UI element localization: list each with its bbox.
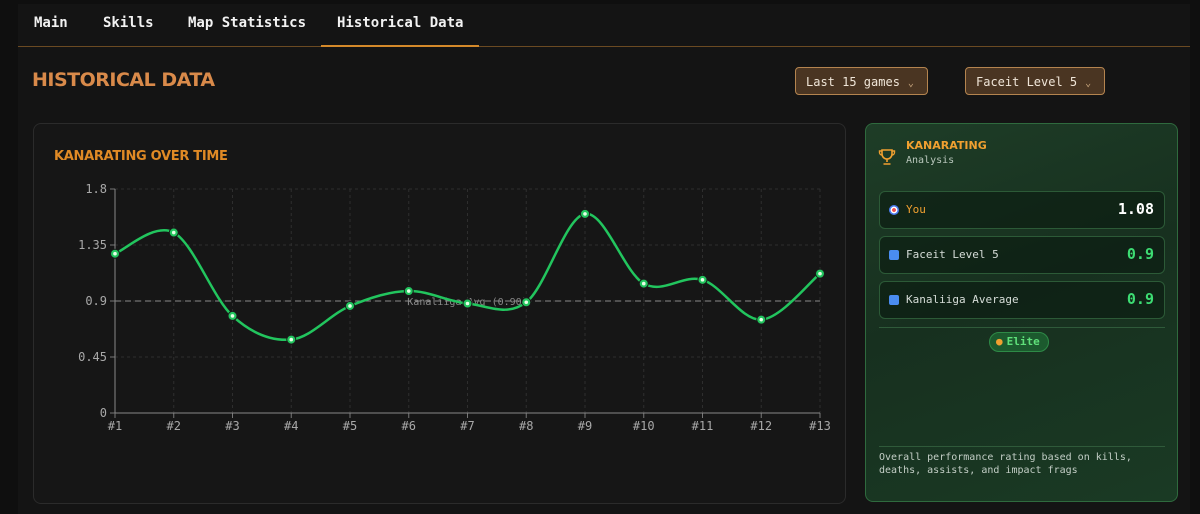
level-select[interactable]: Faceit Level 5 ⌄ xyxy=(965,67,1105,95)
target-icon xyxy=(889,205,899,215)
data-point-center xyxy=(230,314,235,318)
range-select[interactable]: Last 15 games ⌄ xyxy=(795,67,928,95)
x-tick-label: #4 xyxy=(284,419,298,433)
panel-description: Overall performance rating based on kill… xyxy=(879,452,1132,476)
chevron-down-icon: ⌄ xyxy=(1085,78,1092,89)
chart-icon xyxy=(889,295,899,305)
x-tick-label: #12 xyxy=(750,419,772,433)
chevron-down-icon: ⌄ xyxy=(907,78,914,89)
stat-label: Faceit Level 5 xyxy=(906,248,999,261)
x-tick-label: #9 xyxy=(578,419,592,433)
panel-subtitle: Analysis xyxy=(906,155,955,166)
data-point-center xyxy=(700,278,705,282)
data-point-center xyxy=(289,337,294,342)
y-tick-label: 0.45 xyxy=(78,350,107,364)
tab-bar: Main Skills Map Statistics Historical Da… xyxy=(18,4,1200,47)
stat-label: Kanaliiga Average xyxy=(906,293,1019,306)
x-tick-label: #11 xyxy=(692,419,714,433)
stat-label: You xyxy=(906,203,926,216)
tab-historical-data[interactable]: Historical Data xyxy=(320,4,480,47)
trophy-icon xyxy=(878,149,896,165)
stat-kanaliiga-average: Kanaliiga Average 0.9 xyxy=(879,281,1165,319)
x-tick-label: #7 xyxy=(460,419,474,433)
y-tick-label: 1.35 xyxy=(78,238,107,252)
data-point-center xyxy=(641,281,646,286)
stat-value: 0.9 xyxy=(1126,290,1154,308)
data-point-center xyxy=(171,230,176,235)
chart-icon xyxy=(889,250,899,260)
y-tick-label: 0 xyxy=(100,406,107,420)
x-tick-label: #10 xyxy=(633,419,655,433)
data-point-center xyxy=(818,271,822,276)
data-point-center xyxy=(465,301,470,306)
analysis-panel: KANARATING Analysis You 1.08 Faceit Leve… xyxy=(865,123,1178,502)
panel-title: KANARATING xyxy=(906,139,987,152)
data-point-center xyxy=(524,300,529,305)
x-tick-label: #6 xyxy=(402,419,416,433)
app-frame: Main Skills Map Statistics Historical Da… xyxy=(18,4,1200,514)
x-tick-label: #2 xyxy=(167,419,181,433)
level-select-value: Faceit Level 5 xyxy=(976,75,1078,89)
flame-icon: ● xyxy=(996,335,1003,348)
x-tick-label: #8 xyxy=(519,419,533,433)
chart-card: KANARATING OVER TIME 1.8 1.35 0.9 0.45 0 #1 #2… xyxy=(33,123,846,504)
stat-faceit-level: Faceit Level 5 0.9 xyxy=(879,236,1165,274)
x-tick-label: #3 xyxy=(225,419,239,433)
page-title: HISTORICAL DATA xyxy=(32,69,215,91)
data-point-center xyxy=(113,251,117,256)
range-select-value: Last 15 games xyxy=(806,75,900,89)
data-point-center xyxy=(406,289,411,293)
tab-main[interactable]: Main xyxy=(34,4,68,46)
scrollbar[interactable] xyxy=(1190,0,1200,514)
data-point-center xyxy=(759,317,764,322)
x-tick-label: #5 xyxy=(343,419,357,433)
x-tick-label: #13 xyxy=(809,419,831,433)
stat-value: 1.08 xyxy=(1117,200,1154,218)
stat-value: 0.9 xyxy=(1126,245,1154,263)
badge-label: Elite xyxy=(1006,335,1040,348)
divider xyxy=(879,446,1165,447)
status-badge: ● Elite xyxy=(989,332,1049,352)
x-tick-label: #1 xyxy=(108,419,122,433)
tab-map-statistics[interactable]: Map Statistics xyxy=(188,4,306,46)
stat-you: You 1.08 xyxy=(879,191,1165,229)
divider xyxy=(879,327,1165,328)
y-tick-label: 0.9 xyxy=(85,294,107,308)
tab-skills[interactable]: Skills xyxy=(103,4,154,46)
data-point-center xyxy=(583,212,587,216)
rating-line-chart: 1.8 1.35 0.9 0.45 0#1 #2 #3 #4 #5 #6 #7 #8 #9 #10 #11 #… xyxy=(78,182,831,433)
data-point-center xyxy=(348,304,352,308)
y-tick-label: 1.8 xyxy=(85,182,107,196)
